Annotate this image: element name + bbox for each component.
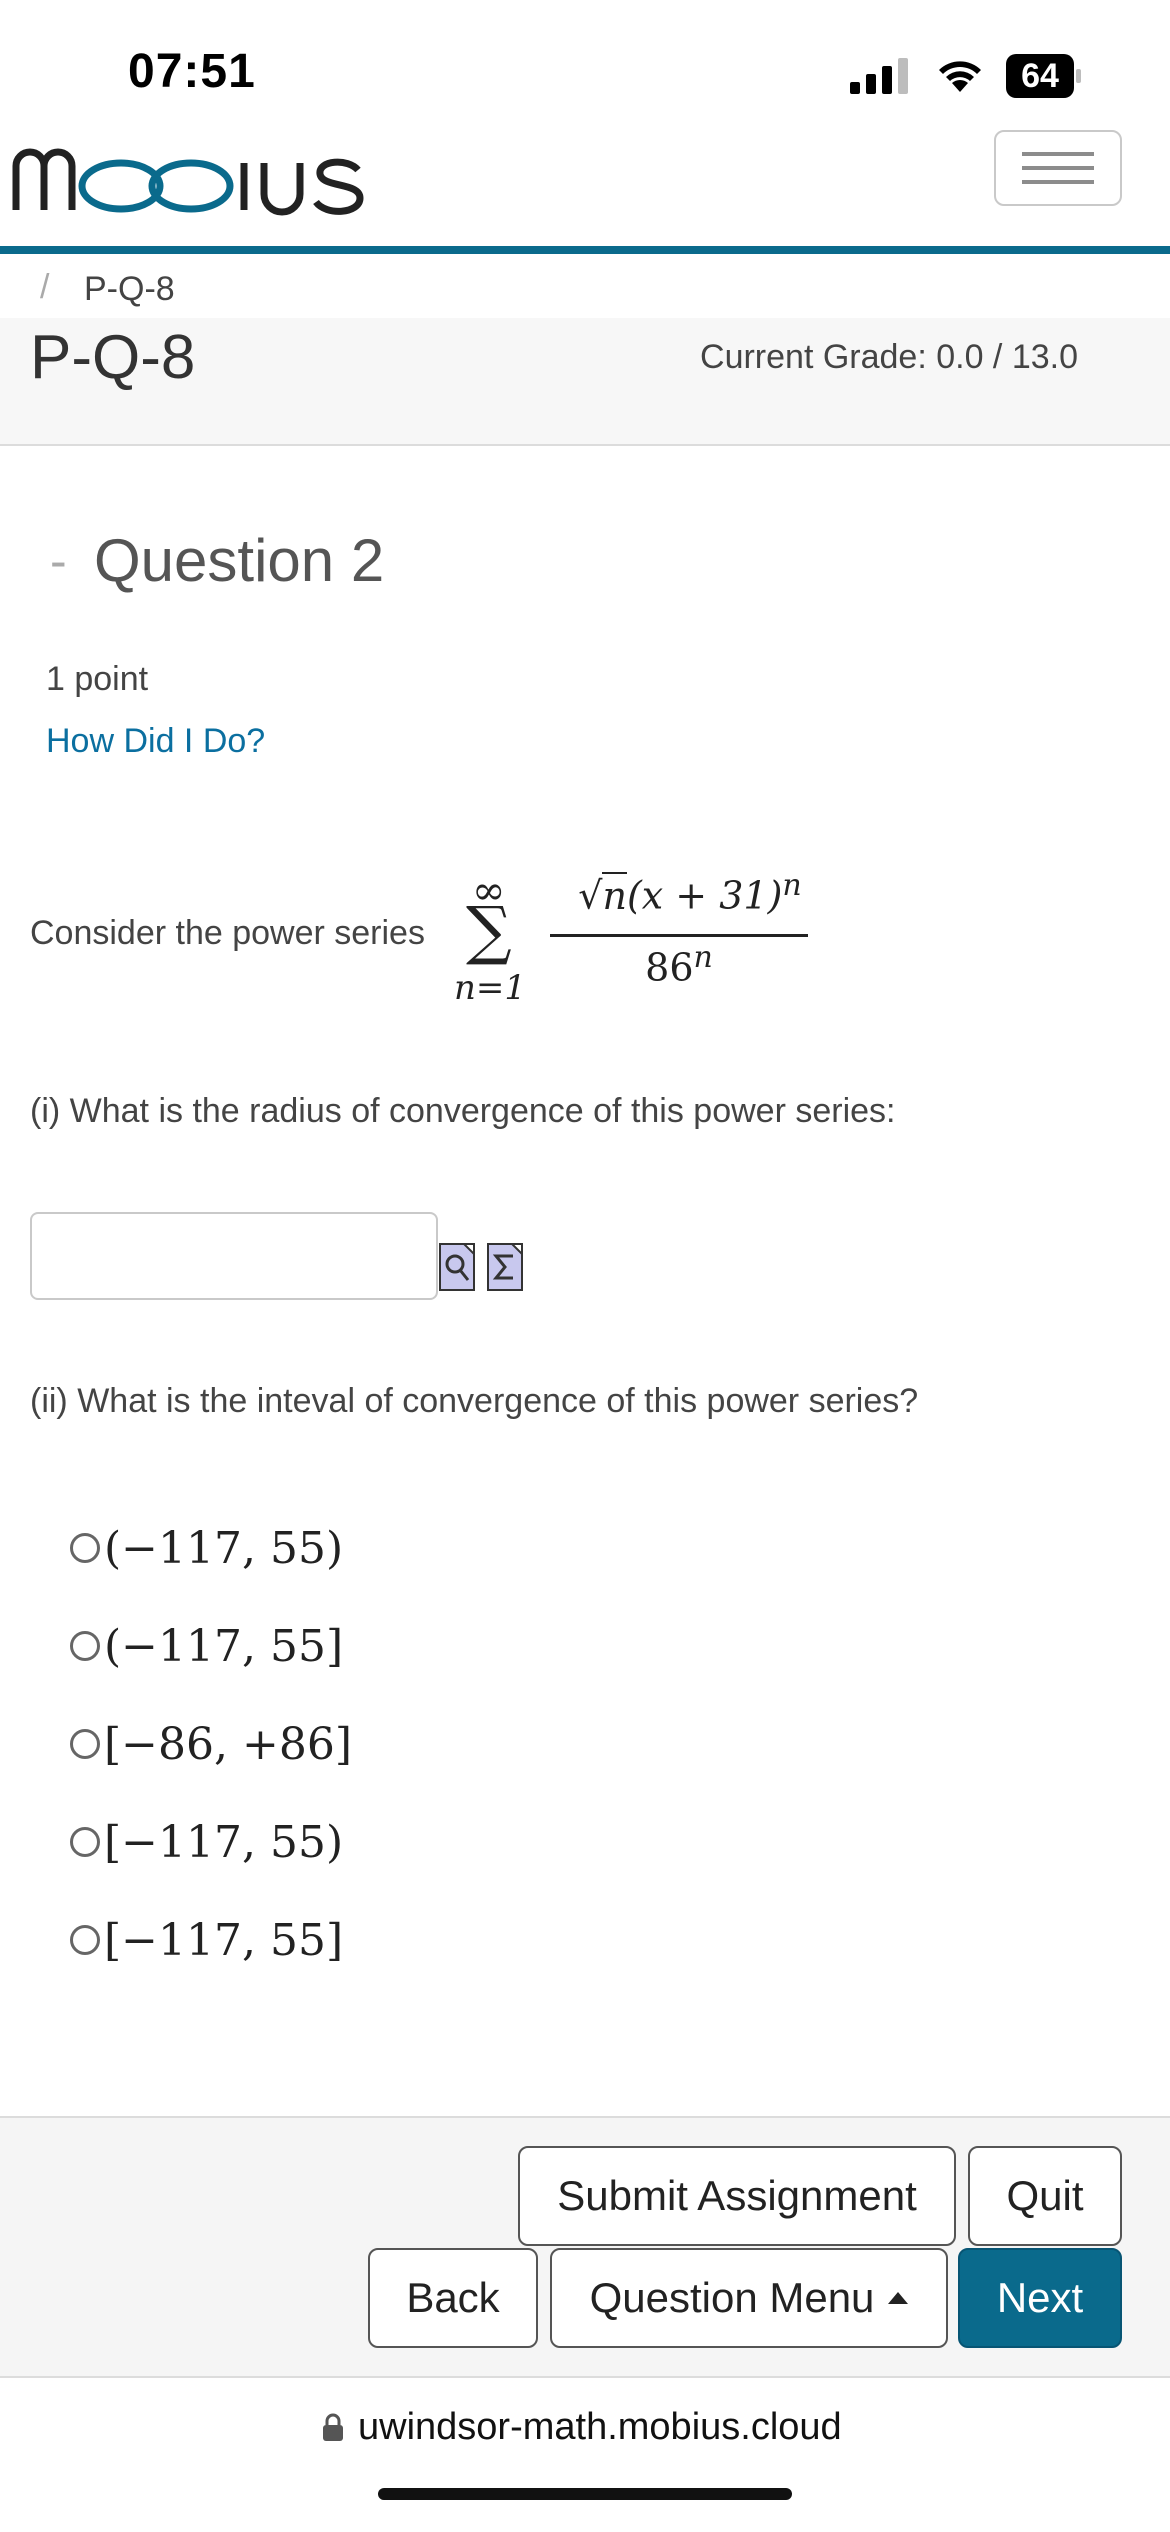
radio-button[interactable] (70, 1729, 100, 1759)
question-title: Question 2 (94, 527, 385, 594)
option-label: [−117, 55) (104, 1816, 344, 1868)
current-grade: Current Grade: 0.0 / 13.0 (700, 338, 1078, 376)
page-title: P-Q-8 (30, 323, 196, 392)
question-part-2: (ii) What is the inteval of convergence … (30, 1382, 919, 1420)
menu-icon-bar (1022, 180, 1094, 184)
menu-icon-bar (1022, 166, 1094, 170)
address-bar-url[interactable]: uwindsor-math.mobius.cloud (358, 2406, 842, 2449)
option-row[interactable]: (−117, 55) (70, 1518, 343, 1578)
breadcrumb-item[interactable]: P-Q-8 (84, 270, 175, 309)
header-divider (0, 246, 1170, 254)
battery-level: 64 (1021, 57, 1059, 95)
question-part-1: (i) What is the radius of convergence of… (30, 1092, 896, 1130)
option-label: [−86, +86] (104, 1718, 353, 1770)
menu-icon-bar (1022, 152, 1094, 156)
breadcrumb (0, 254, 1170, 320)
radio-button[interactable] (70, 1827, 100, 1857)
denominator-exponent: n (693, 940, 713, 975)
sum-lower-limit: n=1 (454, 968, 527, 1008)
battery-icon: 64 (1006, 54, 1082, 98)
radio-button[interactable] (70, 1631, 100, 1661)
option-label: (−117, 55) (104, 1522, 344, 1574)
power-series-formula: ∞ ∑ n=1 √n(x + 31)n 86n (454, 868, 834, 1018)
radius-answer-input[interactable] (30, 1212, 438, 1300)
option-row[interactable]: [−86, +86] (70, 1714, 352, 1774)
breadcrumb-separator: / (40, 268, 50, 306)
back-button[interactable]: Back (368, 2248, 538, 2348)
radio-button[interactable] (70, 1925, 100, 1955)
question-menu-button[interactable]: Question Menu (550, 2248, 948, 2348)
preview-icon[interactable] (438, 1238, 476, 1292)
question-menu-label: Question Menu (589, 2274, 875, 2321)
option-row[interactable]: (−117, 55] (70, 1616, 343, 1676)
numerator-exponent: n (782, 868, 802, 903)
quit-button[interactable]: Quit (968, 2146, 1122, 2246)
home-indicator[interactable] (378, 2488, 792, 2500)
status-time: 07:51 (128, 45, 256, 98)
option-label: [−117, 55] (104, 1914, 344, 1966)
wifi-icon (939, 61, 981, 92)
option-row[interactable]: [−117, 55) (70, 1812, 343, 1872)
sqrt-symbol: √ (578, 873, 603, 918)
caret-up-icon (888, 2292, 909, 2304)
denominator-base: 86 (645, 945, 694, 990)
radio-button[interactable] (70, 1533, 100, 1563)
hamburger-menu-button[interactable] (994, 130, 1122, 206)
question-points: 1 point (46, 660, 149, 698)
sum-symbol: ∑ (466, 894, 512, 968)
cellular-signal-icon (850, 58, 908, 94)
fraction-bar (550, 934, 808, 937)
sqrt-radicand: n (602, 871, 627, 918)
fraction-numerator: √n(x + 31)n (550, 868, 830, 918)
option-label: (−117, 55] (104, 1620, 344, 1672)
fraction-denominator: 86n (550, 940, 808, 990)
collapse-question-toggle[interactable]: - (50, 532, 67, 590)
numerator-binomial: (x + 31) (626, 873, 783, 918)
next-button[interactable]: Next (958, 2248, 1122, 2348)
question-intro-text: Consider the power series (30, 914, 425, 952)
how-did-i-do-link[interactable]: How Did I Do? (46, 722, 265, 761)
option-row[interactable]: [−117, 55] (70, 1910, 343, 1970)
lock-icon (323, 2413, 343, 2441)
equation-editor-icon[interactable] (486, 1238, 524, 1292)
submit-assignment-button[interactable]: Submit Assignment (518, 2146, 956, 2246)
mobius-logo (8, 118, 392, 233)
